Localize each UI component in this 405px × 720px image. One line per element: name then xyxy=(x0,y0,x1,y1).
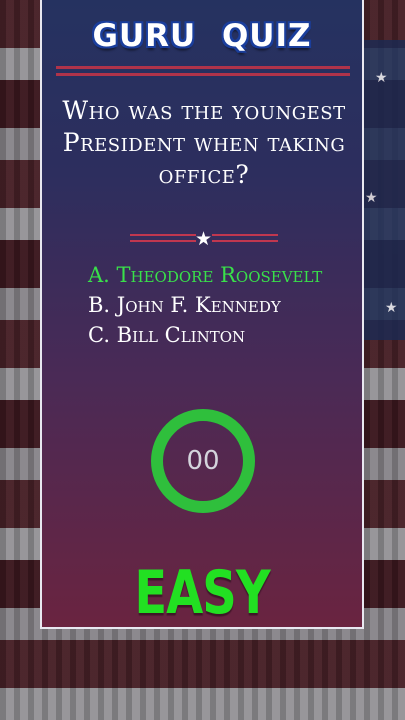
timer-value: 00 xyxy=(186,446,220,476)
quiz-card: GURU QUIZ Who was the youngest President… xyxy=(40,0,364,629)
app-title: GURU QUIZ xyxy=(92,18,312,54)
title-underline xyxy=(56,66,350,80)
countdown-timer: 00 xyxy=(150,408,256,514)
answer-options: A. Theodore Roosevelt B. John F. Kennedy… xyxy=(88,260,322,350)
option-c[interactable]: C. Bill Clinton xyxy=(88,320,322,350)
question-text: Who was the youngest President when taki… xyxy=(62,96,346,189)
option-b[interactable]: B. John F. Kennedy xyxy=(88,290,322,320)
difficulty-label: EASY xyxy=(134,558,270,628)
option-a[interactable]: A. Theodore Roosevelt xyxy=(88,260,322,290)
star-icon: ★ xyxy=(195,228,213,250)
question-divider: ★ xyxy=(130,228,278,250)
